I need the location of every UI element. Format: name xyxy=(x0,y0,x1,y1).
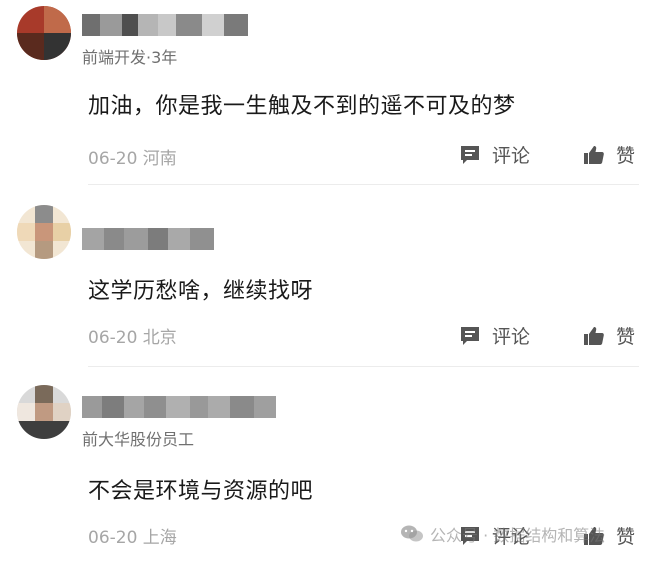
thumbs-up-icon xyxy=(584,145,604,164)
author-name-blurred[interactable] xyxy=(82,228,214,250)
comment-label: 评论 xyxy=(492,326,531,348)
comment-text: 这学历愁啥，继续找呀 xyxy=(88,279,314,304)
like-label: 赞 xyxy=(616,326,636,348)
comment-label: 评论 xyxy=(492,145,531,167)
comment-button[interactable]: 评论 xyxy=(458,141,530,168)
comment-button[interactable]: 评论 xyxy=(458,322,530,349)
date-location: 06-20 上海 xyxy=(88,528,177,548)
comment-2: 这学历愁啥，继续找呀 06-20 北京 评论 赞 xyxy=(0,185,659,367)
watermark-text: 公众号 · 数据结构和算法 xyxy=(430,526,606,545)
like-label: 赞 xyxy=(616,526,636,548)
comment-text: 不会是环境与资源的吧 xyxy=(88,479,314,504)
like-label: 赞 xyxy=(616,145,636,167)
author-subtitle: 前端开发·3年 xyxy=(82,48,178,67)
date-location: 06-20 北京 xyxy=(88,328,177,348)
comment-text: 加油，你是我一生触及不到的遥不可及的梦 xyxy=(88,94,516,119)
like-button[interactable]: 赞 xyxy=(582,141,635,168)
avatar[interactable] xyxy=(17,205,71,259)
avatar[interactable] xyxy=(17,6,71,60)
comment-icon xyxy=(461,326,479,345)
author-name-blurred[interactable] xyxy=(82,14,248,36)
comment-1: 前端开发·3年 加油，你是我一生触及不到的遥不可及的梦 06-20 河南 评论 … xyxy=(0,0,659,185)
author-subtitle: 前大华股份员工 xyxy=(82,430,195,449)
thumbs-up-icon xyxy=(584,326,604,345)
date-location: 06-20 河南 xyxy=(88,149,177,169)
avatar[interactable] xyxy=(17,385,71,439)
author-name-blurred[interactable] xyxy=(82,396,276,418)
watermark: 公众号 · 数据结构和算法 xyxy=(400,522,605,546)
wechat-icon xyxy=(401,525,423,542)
comment-icon xyxy=(461,145,479,164)
like-button[interactable]: 赞 xyxy=(582,322,635,349)
